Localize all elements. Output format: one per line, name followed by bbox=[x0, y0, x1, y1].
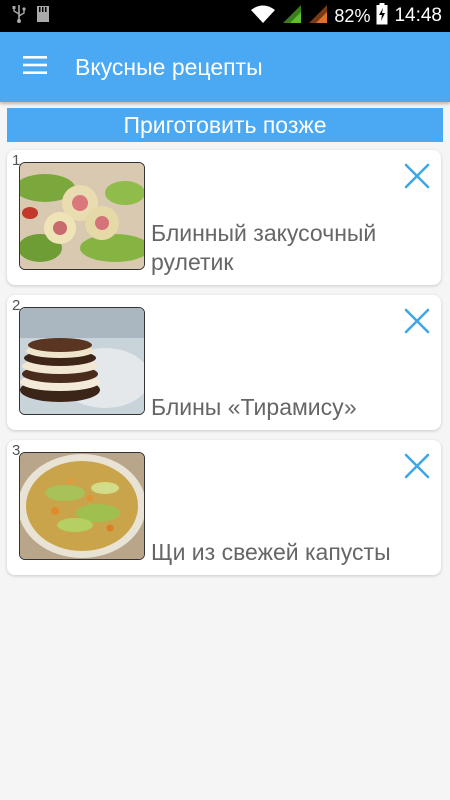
recipe-title: Щи из свежей капусты bbox=[151, 539, 391, 565]
menu-button[interactable] bbox=[0, 32, 70, 102]
battery-percent: 82% bbox=[334, 5, 371, 26]
hamburger-menu-icon bbox=[23, 55, 47, 79]
recipe-card[interactable]: 3 Щи из свежей капусты bbox=[7, 440, 441, 575]
wifi-icon bbox=[250, 4, 276, 29]
close-icon bbox=[403, 163, 431, 194]
remove-button[interactable] bbox=[403, 452, 431, 480]
status-bar: 82% 14:48 bbox=[0, 0, 450, 32]
battery-charging-icon bbox=[376, 2, 388, 30]
recipe-card[interactable]: 2 Блины «Тирамису» bbox=[7, 295, 441, 430]
usb-icon bbox=[12, 4, 26, 29]
remove-button[interactable] bbox=[403, 162, 431, 190]
section-header: Приготовить позже bbox=[7, 108, 443, 142]
recipe-card[interactable]: 1 Блинный закусочный рулетик bbox=[7, 150, 441, 285]
sd-card-icon bbox=[36, 5, 50, 28]
signal-icon bbox=[282, 4, 302, 29]
recipe-thumbnail bbox=[19, 162, 145, 270]
recipe-title: Блины «Тирамису» bbox=[151, 394, 357, 420]
app-title: Вкусные рецепты bbox=[75, 53, 263, 80]
remove-button[interactable] bbox=[403, 307, 431, 335]
recipe-thumbnail bbox=[19, 452, 145, 560]
app-bar: Вкусные рецепты bbox=[0, 32, 450, 102]
clock: 14:48 bbox=[394, 5, 442, 26]
signal-icon-2 bbox=[308, 4, 328, 29]
close-icon bbox=[403, 453, 431, 484]
recipe-title: Блинный закусочный рулетик bbox=[151, 220, 377, 275]
recipe-thumbnail bbox=[19, 307, 145, 415]
close-icon bbox=[403, 308, 431, 339]
